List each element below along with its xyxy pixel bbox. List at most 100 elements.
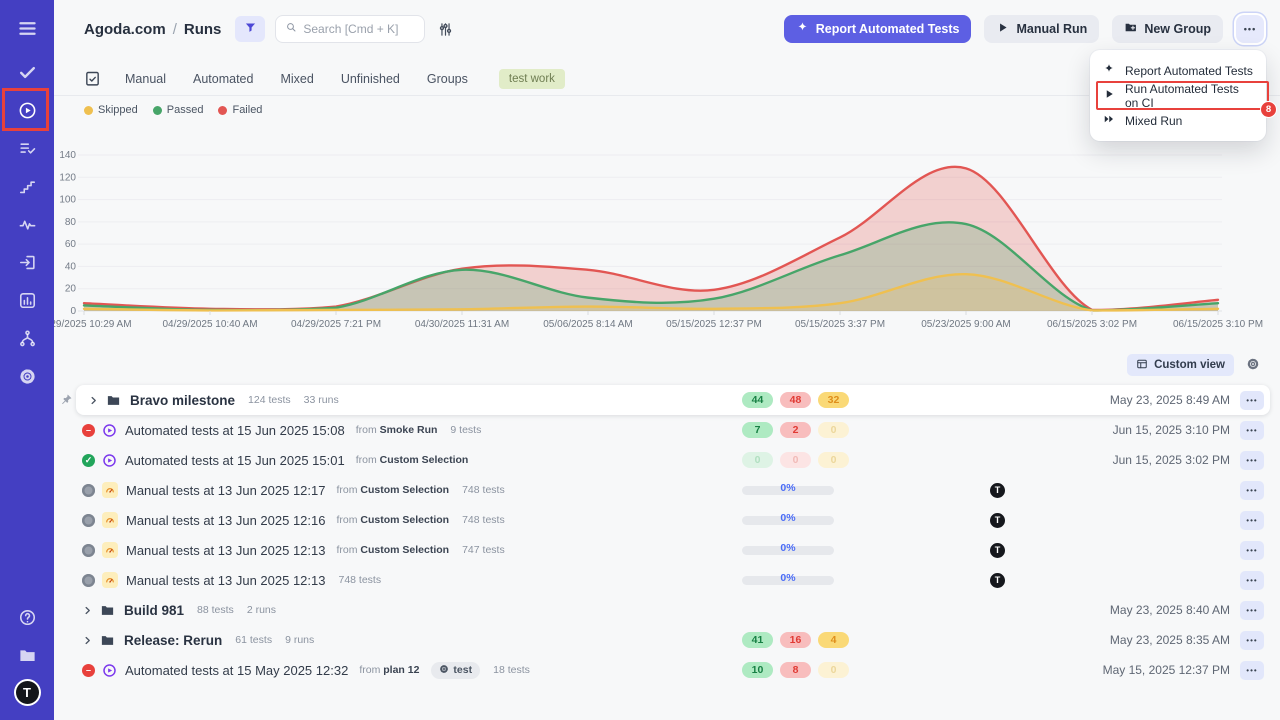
row-menu-button[interactable]: •••: [1240, 421, 1264, 440]
report-button-label: Report Automated Tests: [816, 22, 960, 36]
menu-item-mixed-run[interactable]: Mixed Run: [1090, 108, 1266, 133]
run-row[interactable]: Manual tests at 13 Jun 2025 12:17from Cu…: [58, 475, 1270, 505]
sidebar-item-help[interactable]: [13, 603, 41, 631]
row-menu-button[interactable]: •••: [1240, 541, 1264, 560]
help-icon: [18, 608, 37, 627]
row-main: –Automated tests at 15 May 2025 12:32fro…: [82, 662, 530, 679]
row-menu-button[interactable]: •••: [1240, 631, 1264, 650]
run-title[interactable]: Automated tests at 15 Jun 2025 15:08: [125, 423, 345, 438]
svg-text:80: 80: [65, 217, 77, 228]
filter-button[interactable]: [235, 16, 265, 42]
sidebar-item-pulse[interactable]: [13, 210, 41, 238]
stairs-icon: [18, 177, 37, 196]
run-title[interactable]: Manual tests at 13 Jun 2025 12:13: [126, 543, 325, 558]
app-logo[interactable]: T: [14, 679, 41, 706]
run-title[interactable]: Manual tests at 13 Jun 2025 12:13: [126, 573, 325, 588]
assignee-avatar[interactable]: T: [990, 483, 1005, 498]
adjustments-icon[interactable]: [437, 21, 454, 38]
breadcrumb-project[interactable]: Agoda.com: [84, 21, 166, 38]
svg-text:04/29/2025 10:29 AM: 04/29/2025 10:29 AM: [54, 319, 132, 330]
row-menu-button[interactable]: •••: [1240, 481, 1264, 500]
svg-text:140: 140: [59, 150, 76, 161]
sidebar-item-projects[interactable]: [13, 641, 41, 669]
sidebar-item-branches[interactable]: [13, 324, 41, 352]
sidebar-item-menu[interactable]: [13, 14, 41, 42]
legend-dot: [218, 106, 227, 115]
row-menu-button[interactable]: •••: [1240, 571, 1264, 590]
pin-icon: [60, 393, 73, 406]
row-date: May 15, 2025 12:37 PM: [1103, 663, 1230, 677]
assignee-avatar[interactable]: T: [990, 573, 1005, 588]
group-row[interactable]: Build 98188 tests2 runsMay 23, 2025 8:40…: [58, 595, 1270, 625]
sidebar-item-plans[interactable]: [13, 134, 41, 162]
group-row[interactable]: Release: Rerun61 tests9 runs41164May 23,…: [58, 625, 1270, 655]
run-title[interactable]: Manual tests at 13 Jun 2025 12:16: [126, 513, 325, 528]
tab-automated[interactable]: Automated: [193, 72, 253, 86]
new-group-button[interactable]: New Group: [1112, 15, 1223, 43]
run-source: from Custom Selection: [336, 514, 449, 526]
header-overflow-button[interactable]: •••: [1236, 15, 1264, 43]
run-title[interactable]: Automated tests at 15 Jun 2025 15:01: [125, 453, 345, 468]
group-row[interactable]: Bravo milestone124 tests33 runs444832May…: [58, 385, 1270, 415]
breadcrumb-page: Runs: [184, 21, 222, 38]
chevron-right-icon[interactable]: [82, 635, 93, 646]
row-menu-button[interactable]: •••: [1240, 391, 1264, 410]
tab-groups[interactable]: Groups: [427, 72, 468, 86]
run-row[interactable]: Manual tests at 13 Jun 2025 12:16 from Cu…: [58, 505, 1270, 535]
row-menu-button[interactable]: •••: [1240, 601, 1264, 620]
sidebar-item-settings[interactable]: [13, 362, 41, 390]
legend-item-passed[interactable]: Passed: [153, 104, 204, 116]
legend-item-skipped[interactable]: Skipped: [84, 104, 138, 116]
run-tag[interactable]: test: [431, 662, 480, 679]
sidebar-item-import[interactable]: [13, 248, 41, 276]
automated-run-icon: [102, 663, 117, 678]
sidebar-item-milestones[interactable]: [13, 172, 41, 200]
filter-tag-pill[interactable]: test work: [499, 69, 565, 89]
svg-text:04/29/2025 10:40 AM: 04/29/2025 10:40 AM: [162, 319, 257, 330]
group-title[interactable]: Build 981: [124, 603, 184, 618]
row-menu-button[interactable]: •••: [1240, 511, 1264, 530]
group-title[interactable]: Bravo milestone: [130, 393, 235, 408]
passed-count-badge: 0: [742, 452, 773, 468]
sidebar-item-runs[interactable]: [13, 96, 41, 124]
run-title[interactable]: Manual tests at 13 Jun 2025 12:17: [126, 483, 325, 498]
row-menu-button[interactable]: •••: [1240, 661, 1264, 680]
manual-run-button[interactable]: Manual Run: [984, 15, 1099, 43]
sidebar-item-tests[interactable]: [13, 58, 41, 86]
result-count-badges: 1080: [742, 662, 849, 678]
run-row[interactable]: –Automated tests at 15 Jun 2025 15:08fro…: [58, 415, 1270, 445]
assignee-avatar[interactable]: T: [990, 543, 1005, 558]
clipboard-check-icon[interactable]: [84, 70, 101, 87]
search-input[interactable]: [303, 22, 415, 36]
passed-count-badge: 44: [742, 392, 773, 408]
list-check-icon: [18, 139, 37, 158]
group-title[interactable]: Release: Rerun: [124, 633, 222, 648]
run-row[interactable]: Manual tests at 13 Jun 2025 12:13748 tes…: [58, 565, 1270, 595]
run-title[interactable]: Automated tests at 15 May 2025 12:32: [125, 663, 348, 678]
report-automated-tests-button[interactable]: Report Automated Tests: [784, 15, 972, 43]
tab-mixed[interactable]: Mixed: [280, 72, 313, 86]
svg-text:0: 0: [70, 306, 76, 317]
sidebar-item-analytics[interactable]: [13, 286, 41, 314]
tab-manual[interactable]: Manual: [125, 72, 166, 86]
table-settings-button[interactable]: [1242, 354, 1264, 376]
legend-label: Failed: [232, 104, 262, 116]
progress-bar: 0%: [742, 516, 834, 525]
menu-item-run-automated-tests-on-ci[interactable]: Run Automated Tests on CI8: [1090, 83, 1266, 108]
run-source: from Smoke Run: [356, 424, 438, 436]
chevron-right-icon[interactable]: [88, 395, 99, 406]
menu-item-report-automated-tests[interactable]: Report Automated Tests: [1090, 58, 1266, 83]
run-row[interactable]: –Automated tests at 15 May 2025 12:32fro…: [58, 655, 1270, 685]
row-main: Bravo milestone124 tests33 runs: [88, 393, 339, 408]
run-row[interactable]: ✓Automated tests at 15 Jun 2025 15:01fro…: [58, 445, 1270, 475]
assignee-avatar[interactable]: T: [990, 513, 1005, 528]
row-menu-button[interactable]: •••: [1240, 451, 1264, 470]
manual-run-icon: [102, 512, 118, 528]
search-box[interactable]: [275, 15, 425, 43]
chevron-right-icon[interactable]: [82, 605, 93, 616]
legend-item-failed[interactable]: Failed: [218, 104, 262, 116]
custom-view-button[interactable]: Custom view: [1127, 354, 1234, 376]
svg-text:05/23/2025 9:00 AM: 05/23/2025 9:00 AM: [921, 319, 1011, 330]
tab-unfinished[interactable]: Unfinished: [341, 72, 400, 86]
run-row[interactable]: Manual tests at 13 Jun 2025 12:13from Cu…: [58, 535, 1270, 565]
